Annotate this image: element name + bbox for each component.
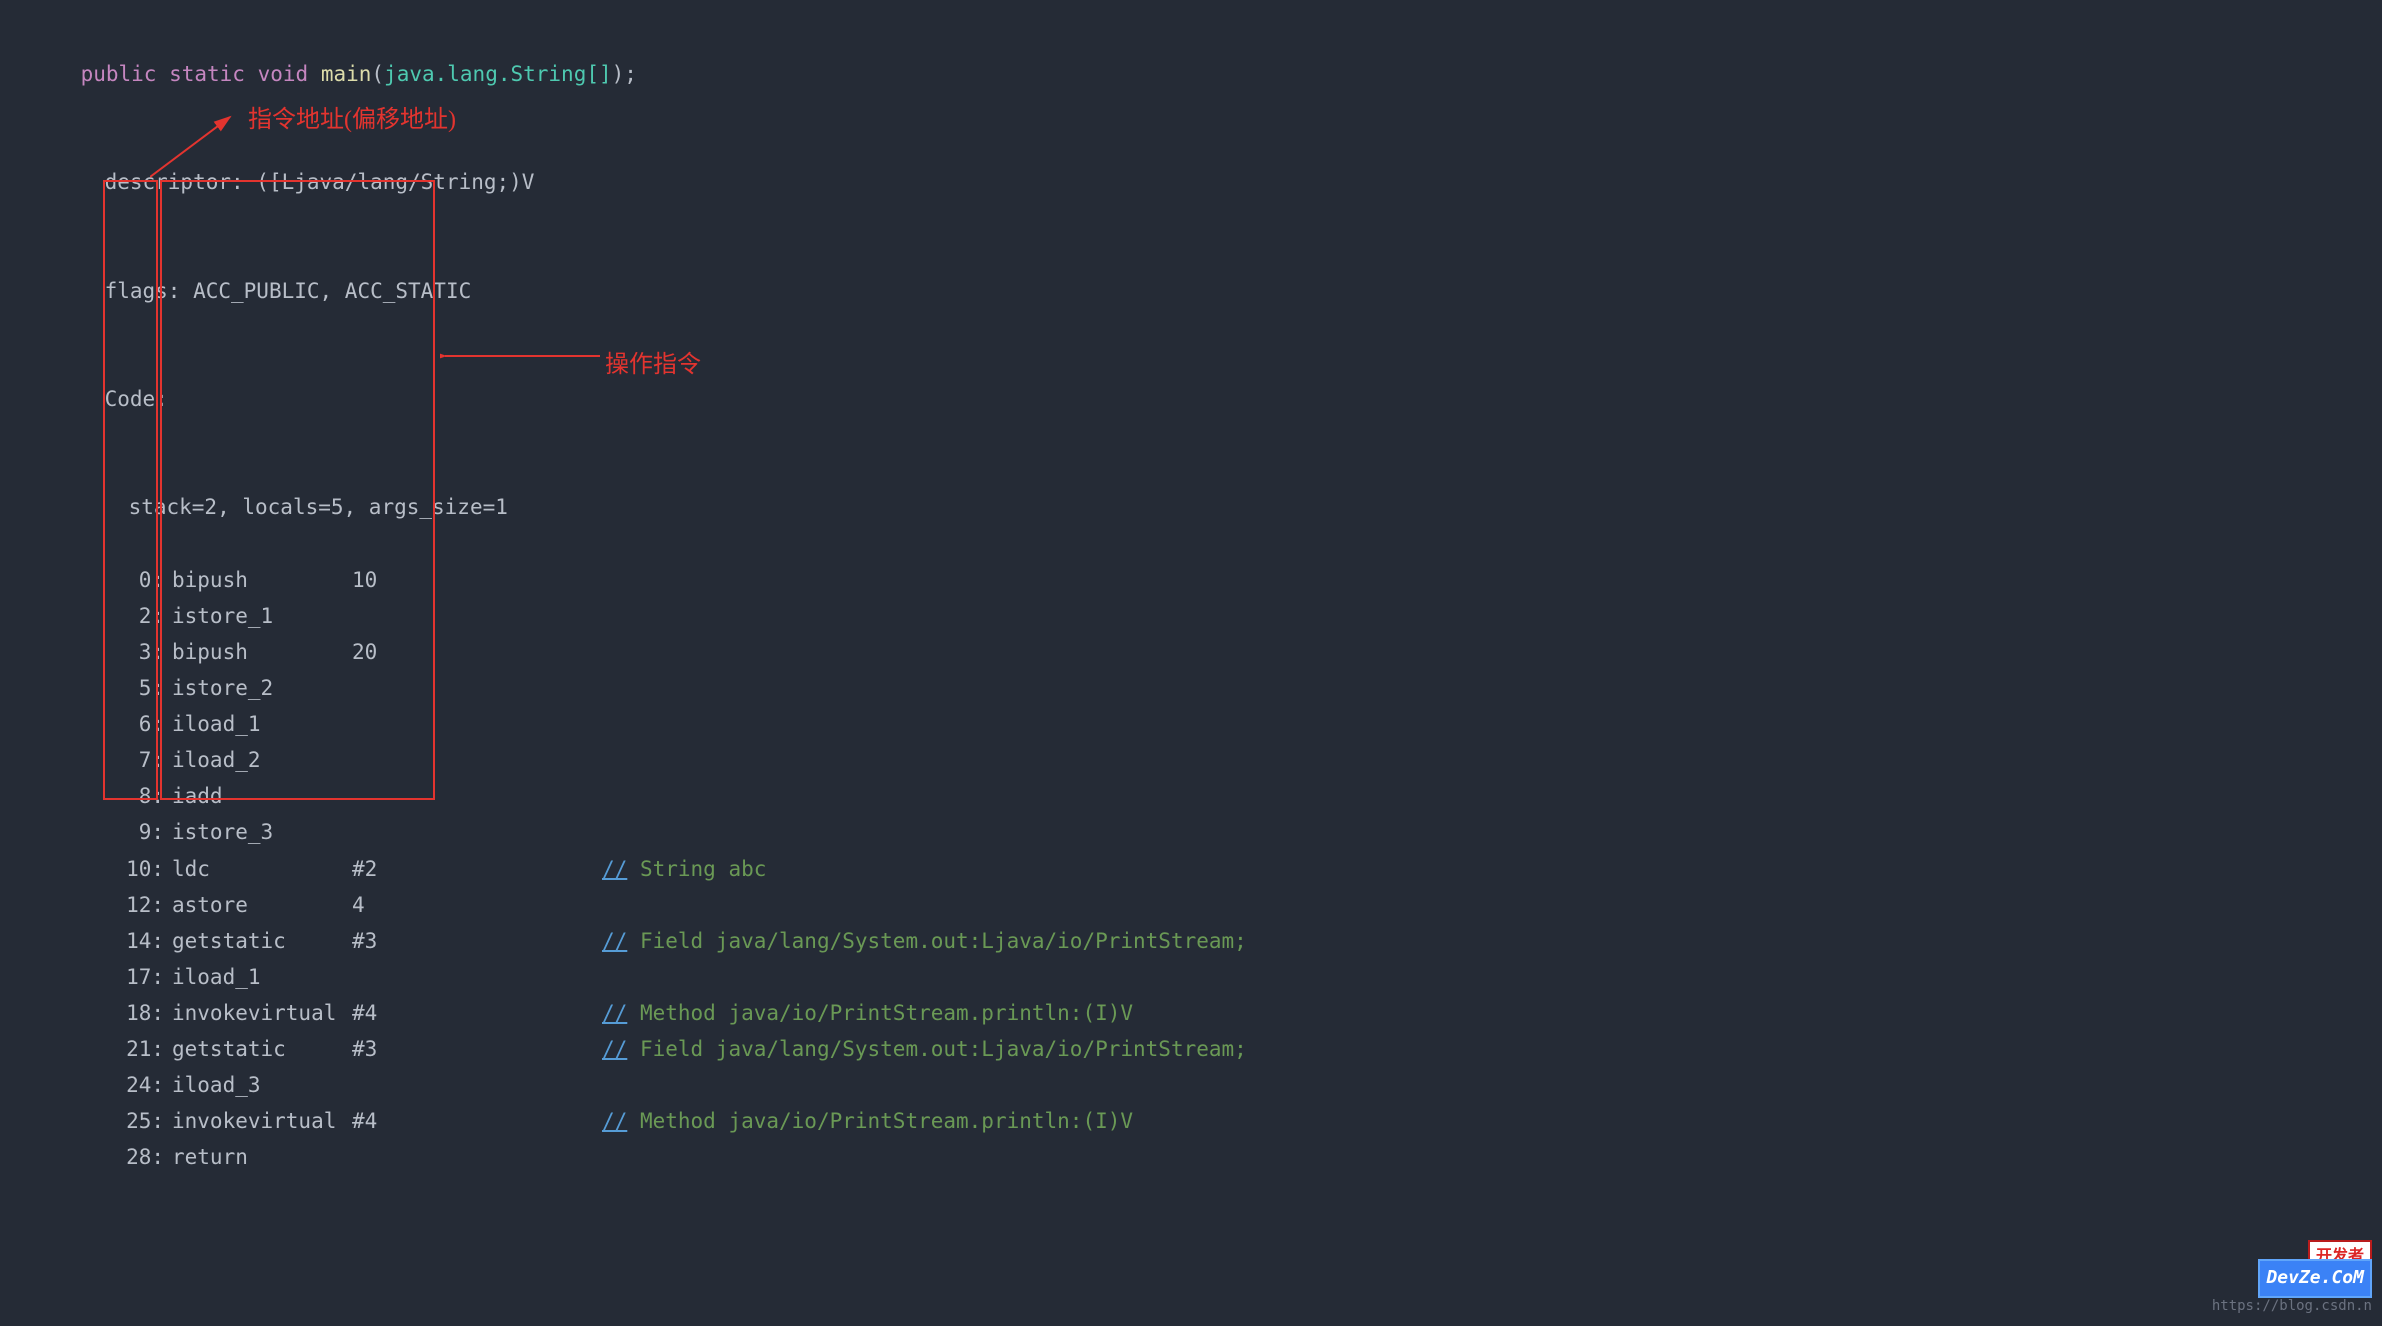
argument: #3 — [352, 923, 602, 959]
instruction-row: 3:bipush20 — [30, 634, 2352, 670]
opcode: iload_3 — [172, 1067, 352, 1103]
offset-value: 28: — [102, 1139, 172, 1175]
opcode: invokevirtual — [172, 995, 352, 1031]
watermark: https://blog.csdn.n — [2212, 1294, 2372, 1318]
instruction-row: 12:astore4 — [30, 887, 2352, 923]
opcode: astore — [172, 887, 352, 923]
opcode: ldc — [172, 851, 352, 887]
opcode: bipush — [172, 634, 352, 670]
argument: #2 — [352, 851, 602, 887]
offset-value: 12: — [102, 887, 172, 923]
argument: 20 — [352, 634, 602, 670]
argument: #3 — [352, 1031, 602, 1067]
code-block: public static void main(java.lang.String… — [30, 20, 2352, 1176]
descriptor-line: descriptor: ([Ljava/lang/String;)V — [30, 128, 2352, 236]
opcode: invokevirtual — [172, 1103, 352, 1139]
instruction-row: 0:bipush10 — [30, 562, 2352, 598]
opcode: return — [172, 1139, 352, 1175]
opcode: bipush — [172, 562, 352, 598]
offset-value: 5: — [102, 670, 172, 706]
method-name: main — [321, 62, 372, 86]
instruction-row: 2:istore_1 — [30, 598, 2352, 634]
comment: // Method java/io/PrintStream.println:(I… — [602, 1103, 1133, 1139]
instruction-row: 10:ldc#2// String abc — [30, 851, 2352, 887]
offset-value: 24: — [102, 1067, 172, 1103]
offset-value: 7: — [102, 742, 172, 778]
argument: 4 — [352, 887, 602, 923]
opcode: istore_3 — [172, 814, 352, 850]
instruction-row: 24:iload_3 — [30, 1067, 2352, 1103]
opcode: getstatic — [172, 1031, 352, 1067]
offset-value: 3: — [102, 634, 172, 670]
offset-value: 0: — [102, 562, 172, 598]
opcode: iload_1 — [172, 706, 352, 742]
argument: #4 — [352, 1103, 602, 1139]
comment: // Field java/lang/System.out:Ljava/io/P… — [602, 923, 1247, 959]
comment: // String abc — [602, 851, 766, 887]
offset-value: 8: — [102, 778, 172, 814]
param-type: java.lang.String[] — [384, 62, 612, 86]
opcode: iadd — [172, 778, 352, 814]
argument: 10 — [352, 562, 602, 598]
instruction-row: 14:getstatic#3// Field java/lang/System.… — [30, 923, 2352, 959]
instruction-row: 17:iload_1 — [30, 959, 2352, 995]
comment: // Field java/lang/System.out:Ljava/io/P… — [602, 1031, 1247, 1067]
offset-value: 17: — [102, 959, 172, 995]
instruction-list: 0:bipush102:istore_13:bipush205:istore_2… — [30, 562, 2352, 1176]
opcode: iload_2 — [172, 742, 352, 778]
instruction-row: 21:getstatic#3// Field java/lang/System.… — [30, 1031, 2352, 1067]
instruction-row: 5:istore_2 — [30, 670, 2352, 706]
instruction-row: 6:iload_1 — [30, 706, 2352, 742]
instruction-row: 7:iload_2 — [30, 742, 2352, 778]
instruction-row: 9:istore_3 — [30, 814, 2352, 850]
code-label-line: Code: — [30, 345, 2352, 453]
instruction-row: 18:invokevirtual#4// Method java/io/Prin… — [30, 995, 2352, 1031]
offset-value: 9: — [102, 814, 172, 850]
instruction-row: 8:iadd — [30, 778, 2352, 814]
opcode: getstatic — [172, 923, 352, 959]
opcode: iload_1 — [172, 959, 352, 995]
argument: #4 — [352, 995, 602, 1031]
instruction-row: 28:return — [30, 1139, 2352, 1175]
method-signature: public static void main(java.lang.String… — [30, 20, 2352, 128]
flags-line: flags: ACC_PUBLIC, ACC_STATIC — [30, 237, 2352, 345]
offset-value: 14: — [102, 923, 172, 959]
stack-line: stack=2, locals=5, args_size=1 — [30, 453, 2352, 561]
comment: // Method java/io/PrintStream.println:(I… — [602, 995, 1133, 1031]
logo: DevZe.CoM — [2258, 1259, 2372, 1298]
offset-value: 18: — [102, 995, 172, 1031]
offset-value: 21: — [102, 1031, 172, 1067]
keyword-modifiers: public static void — [81, 62, 309, 86]
opcode: istore_2 — [172, 670, 352, 706]
offset-value: 10: — [102, 851, 172, 887]
offset-value: 2: — [102, 598, 172, 634]
offset-value: 25: — [102, 1103, 172, 1139]
instruction-row: 25:invokevirtual#4// Method java/io/Prin… — [30, 1103, 2352, 1139]
offset-value: 6: — [102, 706, 172, 742]
opcode: istore_1 — [172, 598, 352, 634]
